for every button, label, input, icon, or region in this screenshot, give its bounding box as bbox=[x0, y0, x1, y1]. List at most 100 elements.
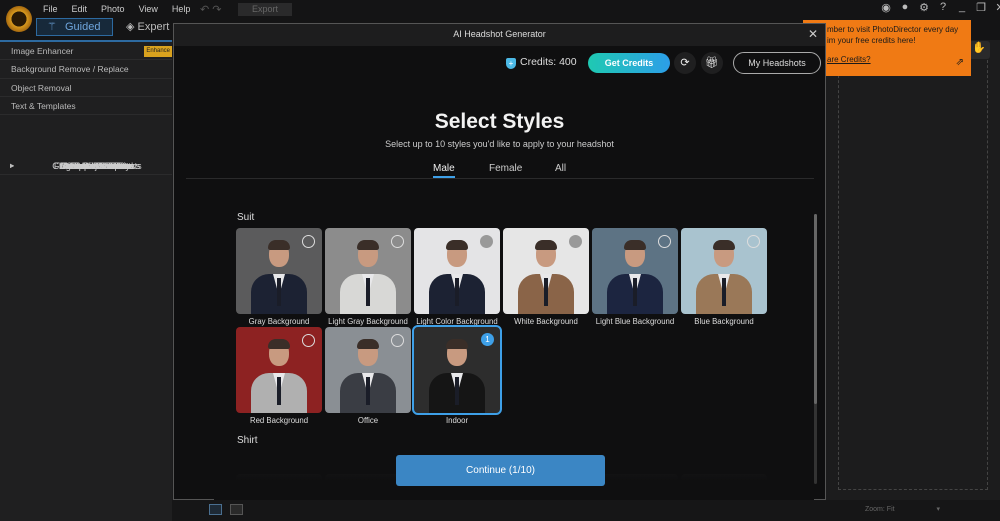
sidebar-item-label: Background Remove / Replace bbox=[11, 64, 129, 75]
credits-text: Credits: 400 bbox=[520, 56, 577, 68]
credits-tooltip: mber to visit PhotoDirector every day im… bbox=[803, 20, 971, 76]
continue-button[interactable]: Continue (1/10) bbox=[396, 455, 605, 486]
headshot-thumbnail bbox=[427, 236, 487, 314]
style-card-white-background[interactable] bbox=[503, 228, 589, 314]
redo-icon[interactable]: ↷ bbox=[212, 4, 221, 16]
guided-mode-button[interactable]: ⚚ Guided bbox=[36, 18, 113, 36]
hand-tool-icon[interactable]: ✋ bbox=[968, 41, 990, 59]
menu-bar: File Edit Photo View Help bbox=[43, 4, 190, 14]
zoom-select[interactable]: Zoom: Fit ▾ bbox=[865, 505, 940, 513]
menu-view[interactable]: View bbox=[139, 4, 158, 14]
external-link-icon[interactable]: ⇗ bbox=[956, 57, 964, 69]
style-card-office[interactable] bbox=[325, 327, 411, 413]
window-controls: ◉ ● ⚙ ? _ ❐ ✕ bbox=[880, 1, 1000, 14]
sidebar-item-image-enhancer[interactable]: Image Enhancer Enhance bbox=[0, 42, 172, 61]
scrollbar[interactable] bbox=[814, 214, 817, 484]
split-view-button[interactable] bbox=[230, 504, 243, 515]
headshot-thumbnail bbox=[694, 236, 754, 314]
single-view-button[interactable] bbox=[209, 504, 222, 515]
style-card-red-background[interactable] bbox=[236, 327, 322, 413]
sidebar-item-label: 360° Photo Editor bbox=[61, 161, 133, 171]
credits-display: + Credits: 400 bbox=[506, 56, 577, 69]
style-card-label: White Background bbox=[514, 317, 578, 326]
close-dialog-icon[interactable]: ✕ bbox=[808, 24, 818, 45]
headshot-thumbnail bbox=[249, 236, 309, 314]
refresh-icon[interactable]: ⟳ bbox=[674, 52, 696, 74]
close-icon[interactable]: ✕ bbox=[994, 1, 1000, 14]
page-subtitle: Select up to 10 styles you'd like to app… bbox=[385, 139, 614, 149]
zoom-label: Zoom: bbox=[865, 506, 885, 513]
select-radio[interactable] bbox=[569, 235, 582, 248]
menu-edit[interactable]: Edit bbox=[72, 4, 88, 14]
headshot-thumbnail bbox=[249, 335, 309, 413]
app-logo bbox=[6, 6, 32, 32]
style-card-label: Light Blue Background bbox=[595, 317, 675, 326]
select-radio[interactable] bbox=[302, 235, 315, 248]
style-card-light-blue-background[interactable] bbox=[592, 228, 678, 314]
menu-help[interactable]: Help bbox=[172, 4, 191, 14]
menu-photo[interactable]: Photo bbox=[101, 4, 125, 14]
drop-zone[interactable] bbox=[838, 50, 988, 490]
page-title: Select Styles bbox=[434, 110, 565, 133]
style-card-indoor[interactable]: 1 bbox=[412, 325, 502, 415]
section-suit: Suit bbox=[237, 212, 255, 223]
notification-icon[interactable]: ● bbox=[899, 1, 911, 14]
sidebar-item-background-remove[interactable]: Background Remove / Replace bbox=[0, 60, 172, 79]
expert-mode-button[interactable]: ◈ Expert bbox=[126, 20, 169, 33]
headshot-thumbnail bbox=[338, 236, 398, 314]
select-radio[interactable] bbox=[391, 235, 404, 248]
magic-wand-icon: ⚚ bbox=[47, 21, 57, 33]
gift-icon[interactable]: 🎁︎ bbox=[701, 52, 723, 74]
sidebar-item-text-templates[interactable]: Text & Templates bbox=[0, 97, 172, 116]
tab-all[interactable]: All bbox=[555, 163, 566, 174]
style-card-label: Red Background bbox=[249, 416, 309, 425]
guided-sidebar: Image Enhancer Enhance Background Remove … bbox=[0, 40, 172, 521]
style-card-label: Gray Background bbox=[248, 317, 310, 326]
help-icon[interactable]: ? bbox=[937, 1, 949, 14]
what-are-credits-link[interactable]: are Credits? bbox=[827, 55, 971, 66]
tab-male[interactable]: Male bbox=[433, 163, 455, 178]
select-radio[interactable] bbox=[747, 235, 760, 248]
select-radio[interactable] bbox=[391, 334, 404, 347]
my-headshots-button[interactable]: My Headshots bbox=[733, 52, 821, 74]
select-radio[interactable] bbox=[480, 235, 493, 248]
scrollbar-thumb[interactable] bbox=[814, 214, 817, 404]
style-card-label: Light Gray Background bbox=[328, 317, 408, 326]
tooltip-text-1: mber to visit PhotoDirector every day bbox=[827, 25, 959, 34]
menu-file[interactable]: File bbox=[43, 4, 58, 14]
sidebar-item-label: Image Enhancer bbox=[11, 46, 74, 56]
headshot-thumbnail bbox=[605, 236, 665, 314]
undo-icon[interactable]: ↶ bbox=[200, 4, 209, 16]
headshot-thumbnail bbox=[338, 335, 398, 413]
sidebar-item-object-removal[interactable]: Object Removal bbox=[0, 79, 172, 97]
select-radio[interactable] bbox=[302, 334, 315, 347]
minimize-icon[interactable]: _ bbox=[956, 1, 968, 14]
restore-icon[interactable]: ❐ bbox=[975, 1, 987, 14]
style-card-light-color-background[interactable] bbox=[414, 228, 500, 314]
style-card-blue-background[interactable] bbox=[681, 228, 767, 314]
layers-icon: ◈ bbox=[126, 21, 135, 33]
select-radio[interactable] bbox=[658, 235, 671, 248]
style-card-label: Office bbox=[357, 416, 379, 425]
gear-icon[interactable]: ⚙ bbox=[918, 1, 930, 14]
chevron-down-icon: ▾ bbox=[936, 506, 941, 513]
expert-label: Expert bbox=[137, 21, 170, 33]
tab-female[interactable]: Female bbox=[489, 163, 522, 174]
account-icon[interactable]: ◉ bbox=[880, 1, 892, 14]
sidebar-item-360-photo-editor[interactable]: 360° Photo Editor bbox=[0, 157, 172, 176]
enhance-badge: Enhance bbox=[144, 46, 172, 57]
style-card-gray-background[interactable] bbox=[236, 228, 322, 314]
credits-shield-icon: + bbox=[506, 58, 516, 69]
guided-label: Guided bbox=[65, 21, 101, 33]
style-card-light-gray-background[interactable] bbox=[325, 228, 411, 314]
style-card-label: Light Color Background bbox=[416, 317, 498, 326]
ai-headshot-dialog: AI Headshot Generator ✕ + Credits: 400 Get… bbox=[173, 23, 826, 500]
export-button[interactable]: Export bbox=[238, 3, 292, 16]
headshot-thumbnail bbox=[516, 236, 576, 314]
undo-redo[interactable]: ↶ ↷ bbox=[200, 3, 222, 16]
selection-order-badge: 1 bbox=[481, 333, 494, 346]
get-credits-button[interactable]: Get Credits bbox=[588, 53, 670, 73]
style-card-label: Blue Background bbox=[694, 317, 754, 326]
zoom-value: Fit bbox=[886, 506, 895, 513]
export-label: Export bbox=[251, 4, 278, 14]
